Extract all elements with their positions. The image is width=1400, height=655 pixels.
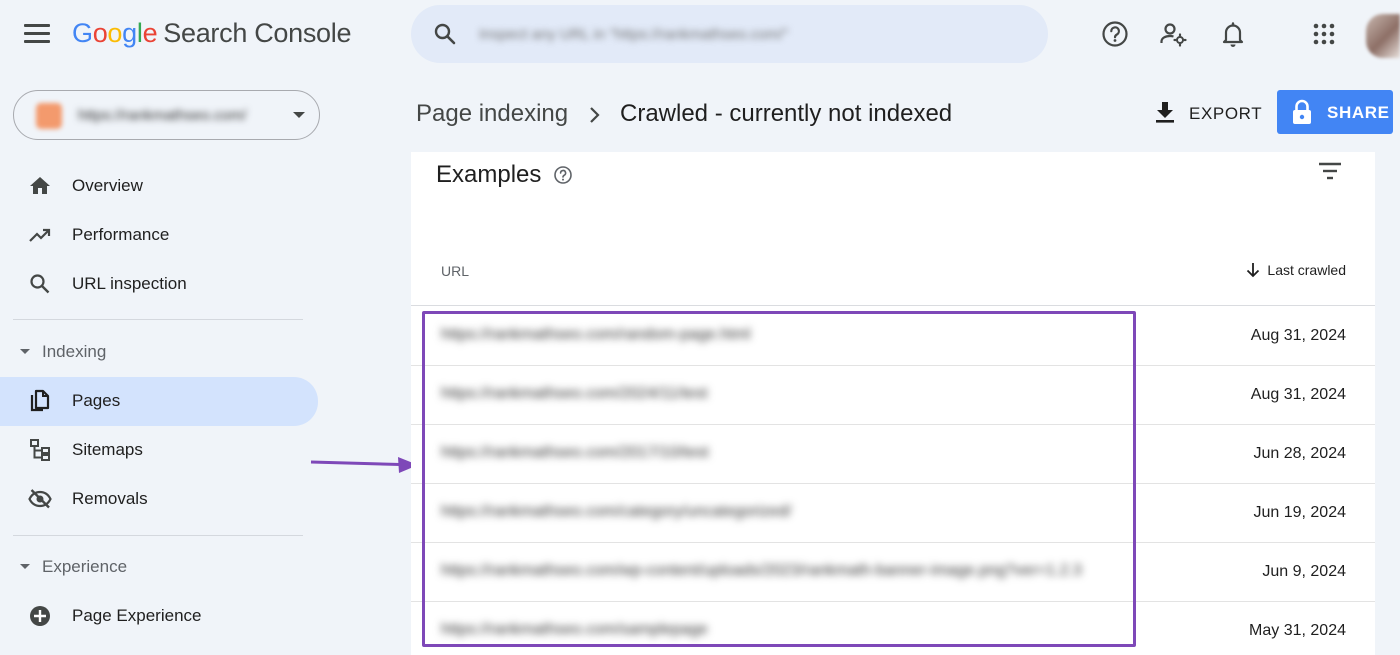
export-label: EXPORT bbox=[1189, 104, 1263, 123]
lock-icon bbox=[1293, 99, 1311, 124]
property-selector[interactable]: https://rankmathseo.com/ bbox=[13, 90, 320, 140]
sidebar-item-removals[interactable]: Removals bbox=[0, 475, 318, 523]
table-row[interactable]: https://rankmathseo.com/wp-content/uploa… bbox=[411, 543, 1375, 602]
column-header-last-crawled[interactable]: Last crawled bbox=[1245, 261, 1346, 279]
column-header-url[interactable]: URL bbox=[441, 263, 469, 279]
table-row[interactable]: https://rankmathseo.com/category/uncateg… bbox=[411, 484, 1375, 543]
page-title: Crawled - currently not indexed bbox=[620, 100, 953, 127]
trending-up-icon bbox=[29, 228, 51, 242]
sidebar-item-page-experience[interactable]: Page Experience bbox=[0, 592, 318, 640]
notifications-icon[interactable] bbox=[1218, 19, 1248, 49]
home-icon bbox=[30, 177, 50, 194]
examples-title: Examples bbox=[436, 161, 542, 188]
sidebar-item-label: URL inspection bbox=[72, 274, 187, 293]
product-name: Search Console bbox=[163, 18, 352, 48]
search-console-logo[interactable]: Google Search Console bbox=[72, 18, 352, 49]
sidebar-section-indexing[interactable]: Indexing bbox=[0, 336, 318, 368]
table-header: URL Last crawled bbox=[411, 248, 1375, 306]
account-avatar[interactable] bbox=[1366, 14, 1400, 58]
caret-down-icon bbox=[20, 564, 30, 569]
help-icon[interactable] bbox=[553, 165, 573, 185]
sidebar-section-experience[interactable]: Experience bbox=[0, 551, 318, 583]
row-url[interactable]: https://rankmathseo.com/random-page.html bbox=[441, 326, 750, 344]
main-menu-icon[interactable] bbox=[24, 24, 50, 46]
eye-off-icon bbox=[28, 489, 52, 509]
property-favicon bbox=[36, 103, 62, 129]
row-url[interactable]: https://rankmathseo.com/2024/11/test bbox=[441, 385, 708, 403]
filter-icon[interactable] bbox=[1317, 158, 1343, 184]
sidebar-item-label: Page Experience bbox=[72, 606, 202, 625]
sidebar-divider bbox=[13, 319, 303, 320]
sidebar-divider bbox=[13, 535, 303, 536]
manage-users-icon[interactable] bbox=[1158, 19, 1188, 49]
row-last-crawled: May 31, 2024 bbox=[1249, 622, 1346, 639]
chevron-right-icon bbox=[590, 107, 600, 123]
help-icon[interactable] bbox=[1100, 19, 1130, 49]
url-inspection-search[interactable] bbox=[411, 5, 1048, 63]
sidebar-item-label: Removals bbox=[72, 489, 148, 508]
search-input[interactable] bbox=[479, 22, 909, 46]
sitemap-icon bbox=[30, 439, 50, 461]
row-url[interactable]: https://rankmathseo.com/2017/10/test bbox=[441, 444, 709, 462]
sidebar-item-performance[interactable]: Performance bbox=[0, 211, 318, 259]
row-url[interactable]: https://rankmathseo.com/samplepage bbox=[441, 621, 708, 639]
arrow-down-icon bbox=[1247, 263, 1260, 278]
row-last-crawled: Aug 31, 2024 bbox=[1250, 327, 1346, 344]
table-row[interactable]: https://rankmathseo.com/samplepage May 3… bbox=[411, 602, 1375, 655]
row-url[interactable]: https://rankmathseo.com/category/uncateg… bbox=[441, 503, 791, 521]
sidebar-item-label: Sitemaps bbox=[72, 440, 143, 459]
row-last-crawled: Jun 28, 2024 bbox=[1253, 445, 1346, 462]
download-icon bbox=[1156, 102, 1174, 123]
breadcrumb-page-indexing[interactable]: Page indexing bbox=[416, 100, 568, 128]
sidebar-section-label: Experience bbox=[42, 557, 128, 576]
plus-circle-icon bbox=[30, 606, 50, 626]
sidebar-section-label: Indexing bbox=[42, 342, 107, 361]
top-bar: Google Search Console bbox=[0, 0, 1400, 70]
search-icon bbox=[30, 274, 50, 294]
sidebar-item-label: Performance bbox=[72, 225, 170, 244]
sidebar-item-label: Pages bbox=[72, 391, 121, 410]
sidebar-item-pages[interactable]: Pages bbox=[0, 377, 318, 426]
apps-grid-icon[interactable] bbox=[1309, 19, 1339, 49]
table-row[interactable]: https://rankmathseo.com/random-page.html… bbox=[411, 307, 1375, 366]
row-last-crawled: Jun 9, 2024 bbox=[1262, 563, 1346, 580]
row-last-crawled: Aug 31, 2024 bbox=[1250, 386, 1346, 403]
table-row[interactable]: https://rankmathseo.com/2017/10/test Jun… bbox=[411, 425, 1375, 484]
search-icon bbox=[434, 23, 456, 45]
sidebar-item-overview[interactable]: Overview bbox=[0, 162, 318, 210]
property-name: https://rankmathseo.com/ bbox=[78, 107, 247, 124]
row-url[interactable]: https://rankmathseo.com/wp-content/uploa… bbox=[441, 562, 1082, 580]
export-button[interactable]: EXPORT bbox=[1150, 94, 1262, 132]
sidebar-item-url-inspection[interactable]: URL inspection bbox=[0, 260, 318, 308]
share-label: SHARE bbox=[1327, 103, 1390, 122]
row-last-crawled: Jun 19, 2024 bbox=[1253, 504, 1346, 521]
sidebar-item-label: Overview bbox=[72, 176, 143, 195]
table-row[interactable]: https://rankmathseo.com/2024/11/test Aug… bbox=[411, 366, 1375, 425]
column-header-label: Last crawled bbox=[1267, 262, 1346, 278]
sidebar-item-sitemaps[interactable]: Sitemaps bbox=[0, 426, 318, 474]
share-button[interactable]: SHARE bbox=[1277, 90, 1393, 134]
examples-card: Examples URL Last crawled https://rankma… bbox=[411, 152, 1375, 655]
annotation-arrow bbox=[310, 457, 418, 473]
caret-down-icon bbox=[293, 112, 305, 118]
caret-down-icon bbox=[20, 349, 30, 354]
pages-icon bbox=[30, 389, 50, 412]
